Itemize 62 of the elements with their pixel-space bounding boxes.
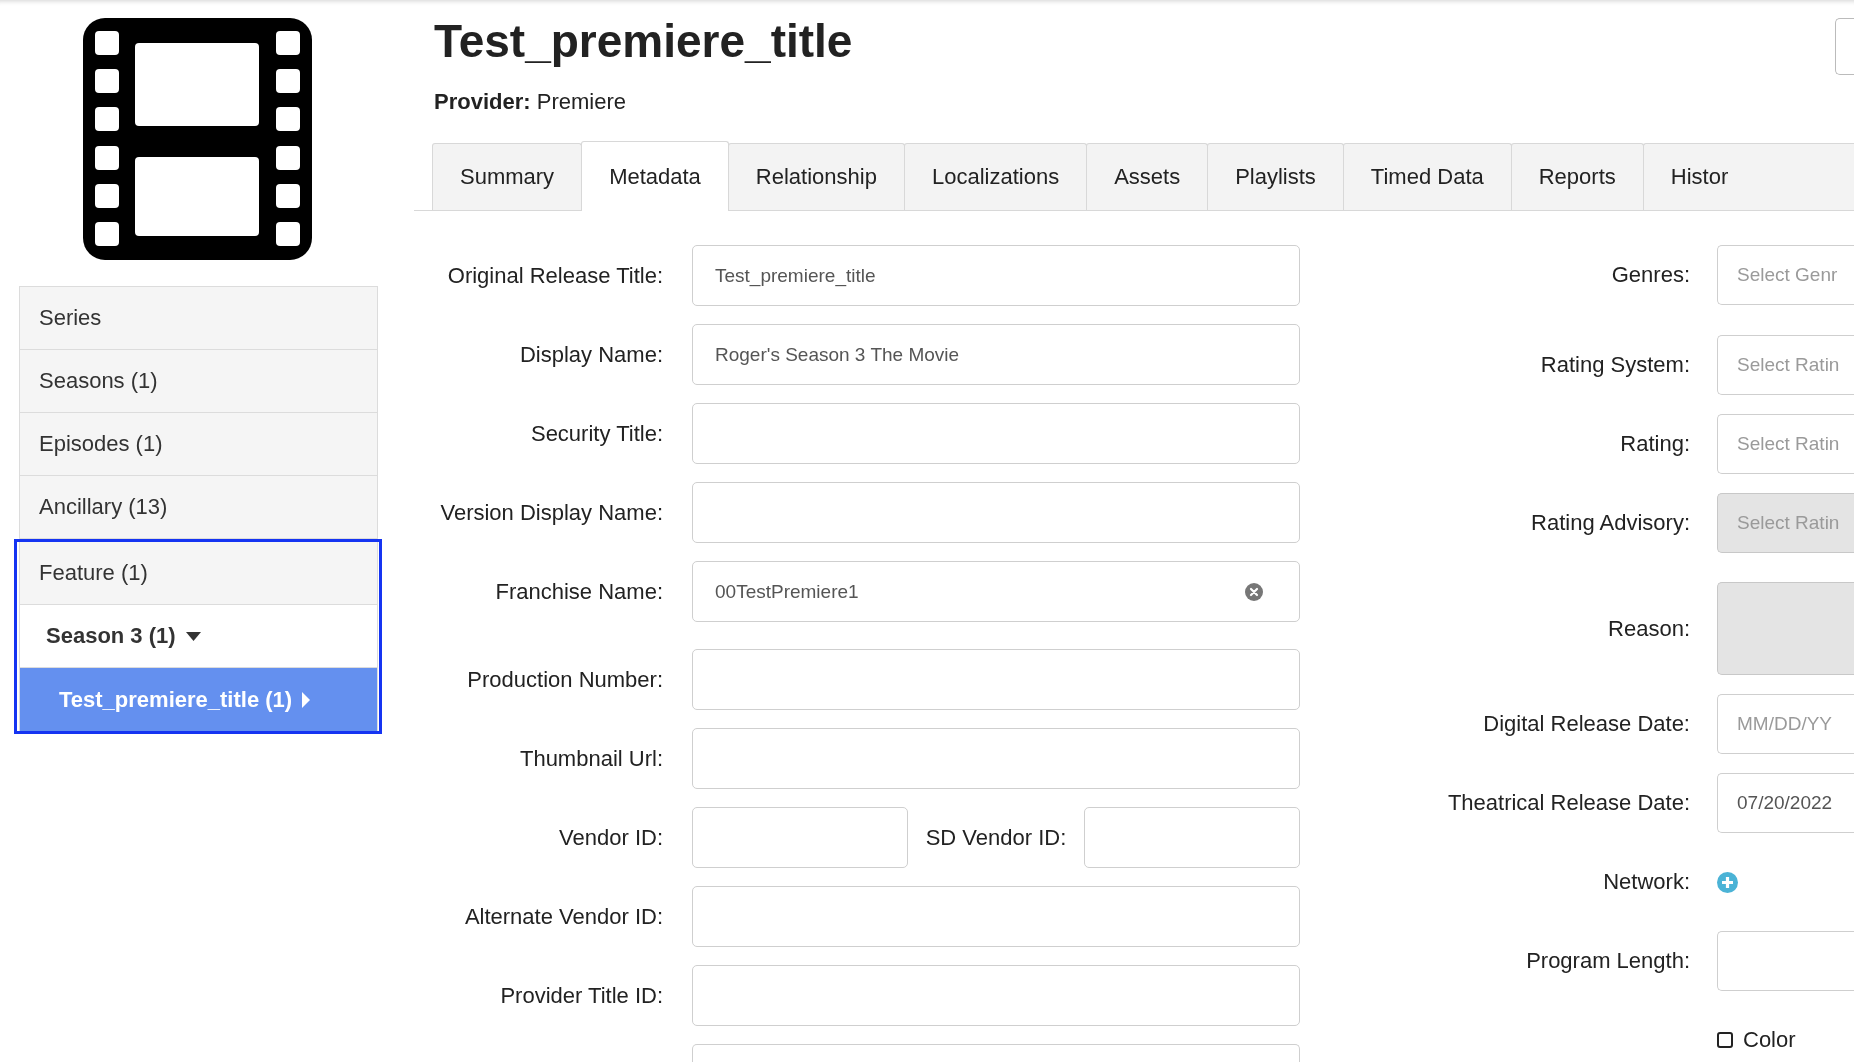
tab[interactable]: Assets bbox=[1086, 143, 1209, 210]
text-input[interactable] bbox=[692, 403, 1300, 464]
field-label: Thumbnail Url: bbox=[518, 745, 663, 772]
field-label: Production Number: bbox=[466, 666, 663, 693]
caret-right-icon[interactable] bbox=[302, 691, 311, 708]
field-label: Vendor ID: bbox=[558, 824, 663, 851]
tab[interactable]: Metadata bbox=[581, 141, 729, 211]
text-input[interactable] bbox=[1717, 931, 1854, 991]
field-label: Genres: bbox=[1610, 262, 1690, 288]
tab[interactable]: Histor bbox=[1642, 143, 1854, 210]
text-input[interactable] bbox=[1084, 807, 1300, 868]
field-label: Theatrical Release Date: bbox=[1446, 790, 1690, 816]
page-title: Test_premiere_title bbox=[434, 14, 853, 68]
select-field[interactable]: Select Genr bbox=[1717, 245, 1854, 305]
text-input[interactable] bbox=[692, 728, 1300, 789]
add-icon[interactable] bbox=[1717, 871, 1738, 893]
header-button[interactable] bbox=[1835, 18, 1854, 75]
text-input[interactable]: Test_premiere_title bbox=[692, 245, 1300, 306]
field-label: Rating System: bbox=[1539, 352, 1690, 378]
tab[interactable]: Timed Data bbox=[1342, 143, 1512, 210]
tab[interactable]: Relationship bbox=[727, 143, 905, 210]
sidebar-item[interactable]: Seasons (1) bbox=[20, 350, 377, 413]
sidebar-item[interactable]: Series bbox=[20, 287, 377, 350]
text-input[interactable] bbox=[692, 807, 908, 868]
select-field[interactable]: Select Ratin bbox=[1717, 414, 1854, 474]
checkbox-label: Color bbox=[1743, 1027, 1796, 1053]
field-label: Display Name: bbox=[518, 341, 663, 368]
field-label: Reason: bbox=[1607, 615, 1690, 642]
select-field[interactable]: 00TestPremiere1 bbox=[692, 561, 1300, 622]
text-input[interactable] bbox=[692, 965, 1300, 1026]
text-input[interactable] bbox=[692, 886, 1300, 947]
field-label: SD Vendor ID: bbox=[925, 824, 1067, 851]
text-input[interactable] bbox=[692, 482, 1300, 543]
select-field[interactable]: Select Ratin bbox=[1717, 335, 1854, 395]
tab[interactable]: Localizations bbox=[903, 143, 1088, 210]
field-label: Security Title: bbox=[529, 420, 663, 447]
sidebar-item[interactable]: Episodes (1) bbox=[20, 413, 377, 476]
date-input[interactable]: 07/20/2022 bbox=[1717, 773, 1854, 833]
tab[interactable]: Reports bbox=[1510, 143, 1644, 210]
field-label: Rating: bbox=[1619, 431, 1690, 457]
film-icon bbox=[83, 18, 312, 260]
text-input[interactable]: Roger's Season 3 The Movie bbox=[692, 324, 1300, 385]
text-input[interactable] bbox=[692, 649, 1300, 710]
field-label: Franchise Name: bbox=[494, 578, 663, 605]
text-input[interactable] bbox=[692, 1044, 1300, 1062]
checkbox[interactable] bbox=[1717, 1032, 1733, 1048]
field-label: Alternate Vendor ID: bbox=[463, 903, 663, 930]
field-label: Version Display Name: bbox=[439, 499, 663, 526]
date-input[interactable]: MM/DD/YY bbox=[1717, 694, 1854, 754]
field-label: Digital Release Date: bbox=[1482, 711, 1690, 737]
sidebar-item[interactable]: Feature (1) bbox=[20, 542, 377, 605]
field-label: Original Release Title: bbox=[446, 262, 663, 289]
field-label: Provider Title ID: bbox=[499, 982, 663, 1009]
tab[interactable]: Summary bbox=[432, 143, 583, 210]
field-label: Network: bbox=[1602, 869, 1690, 895]
tab[interactable]: Playlists bbox=[1207, 143, 1344, 210]
clear-icon[interactable] bbox=[1245, 582, 1263, 601]
sidebar-item[interactable]: Ancillary (13) bbox=[20, 476, 377, 539]
provider-line: Provider: Premiere bbox=[434, 89, 627, 115]
field-label: Program Length: bbox=[1525, 948, 1690, 974]
field-label: Rating Advisory: bbox=[1530, 510, 1690, 536]
caret-down-icon[interactable] bbox=[185, 631, 201, 641]
